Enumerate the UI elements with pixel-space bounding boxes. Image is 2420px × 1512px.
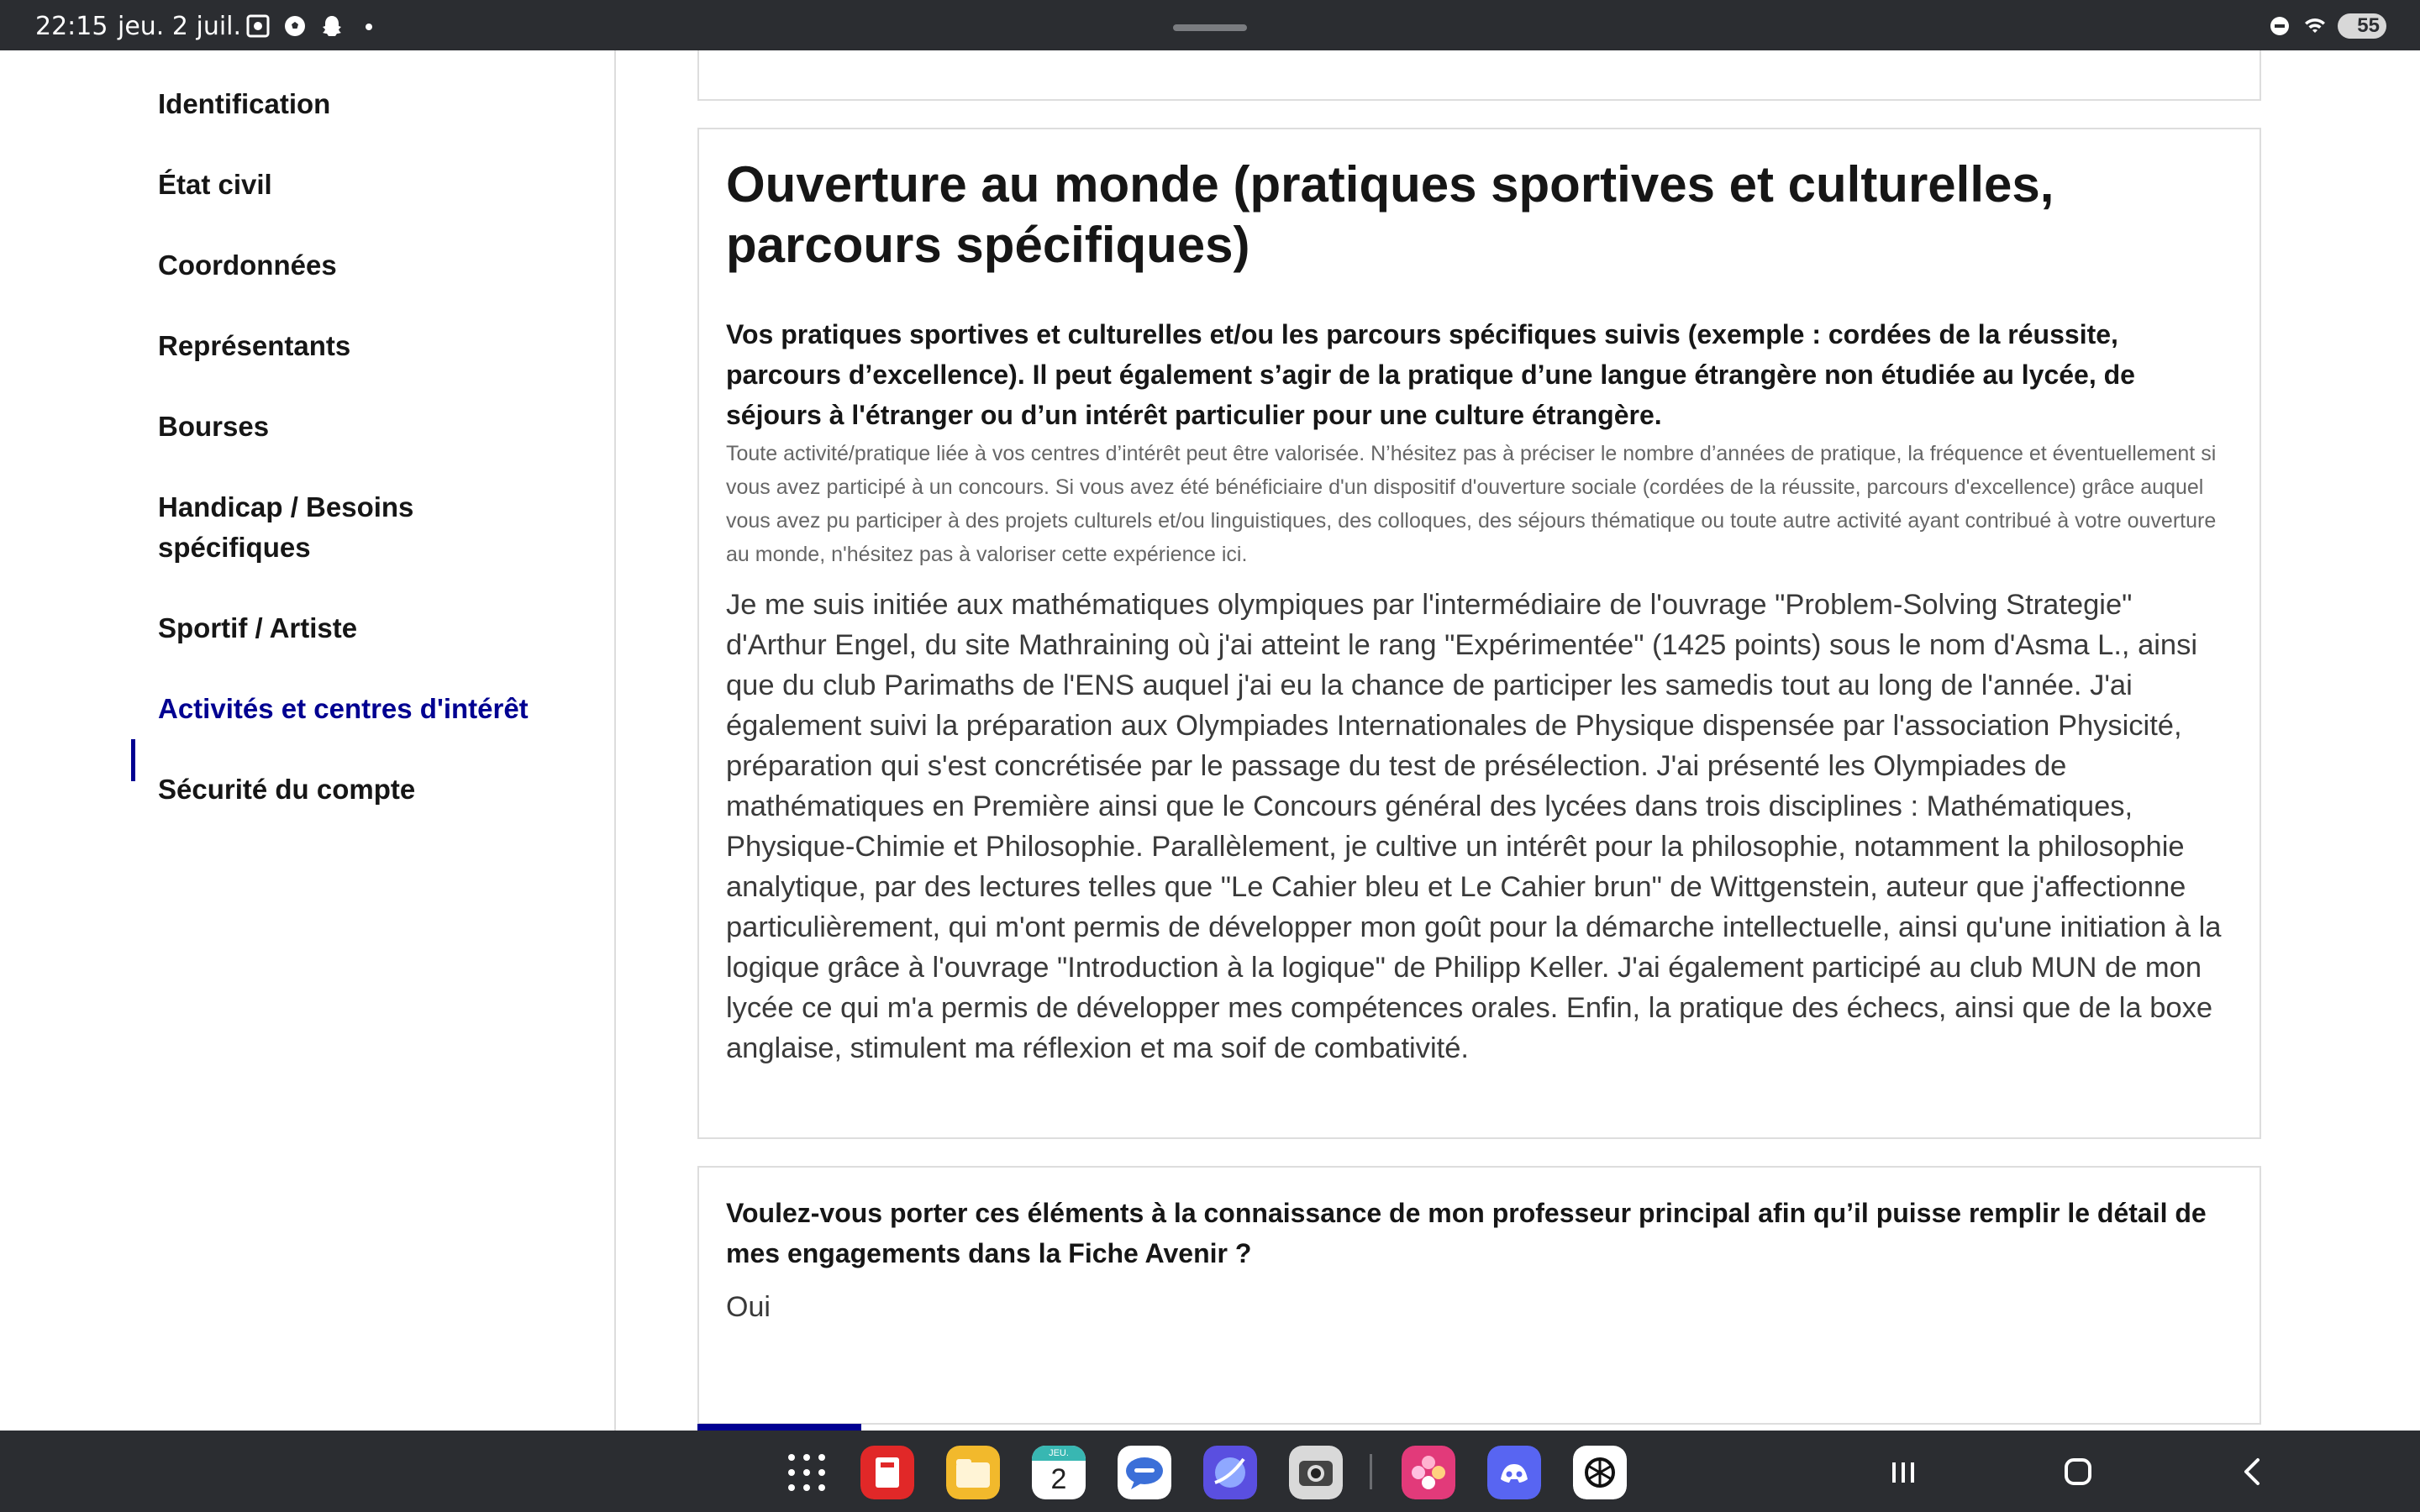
do-not-disturb-icon xyxy=(2270,17,2289,35)
status-time: 22:15 xyxy=(35,12,108,41)
sidebar-nav: Identification État civil Coordonnées Re… xyxy=(0,50,616,1431)
home-button[interactable] xyxy=(2057,1451,2099,1493)
camera-icon[interactable] xyxy=(1289,1446,1343,1499)
calendar-icon[interactable]: JEU. 2 xyxy=(1032,1446,1086,1499)
status-bar: 22:15 jeu. 2 juil. 55 xyxy=(0,0,2420,50)
active-indicator xyxy=(131,739,135,781)
snapchat-icon xyxy=(323,16,341,36)
sidebar-item-securite[interactable]: Sécurité du compte xyxy=(158,769,595,810)
sidebar-item-representants[interactable]: Représentants xyxy=(158,326,595,366)
multiwindow-handle[interactable] xyxy=(1173,24,1247,31)
consent-answer: Oui xyxy=(726,1291,771,1323)
section-hint: Toute activité/pratique liée à vos centr… xyxy=(726,442,2217,566)
consent-card: Voulez-vous porter ces éléments à la con… xyxy=(697,1166,2261,1425)
section-title: Ouverture au monde (pratiques sportives … xyxy=(726,156,2054,273)
sidebar-item-bourses[interactable]: Bourses xyxy=(158,407,595,447)
app-grid-icon[interactable] xyxy=(788,1454,825,1491)
wifi-icon xyxy=(2305,18,2325,33)
section-answer: Je me suis initiée aux mathématiques oly… xyxy=(726,589,2222,1064)
main-content[interactable]: Ouverture au monde (pratiques sportives … xyxy=(618,50,2420,1431)
battery-level: 55 xyxy=(2357,14,2380,37)
back-button[interactable] xyxy=(2232,1451,2274,1493)
sidebar-item-activites[interactable]: Activités et centres d'intérêt xyxy=(158,689,595,729)
more-dot-icon xyxy=(366,24,372,30)
taskbar: JEU. 2 xyxy=(0,1431,2420,1512)
edit-button[interactable] xyxy=(697,1424,861,1431)
dock-divider xyxy=(1370,1454,1372,1489)
messages-icon[interactable] xyxy=(1118,1446,1171,1499)
chatgpt-icon[interactable] xyxy=(1573,1446,1627,1499)
notification-icons xyxy=(245,13,381,39)
calendar-month: JEU. xyxy=(1032,1446,1086,1461)
system-indicators: 55 xyxy=(2267,13,2386,39)
previous-section-card xyxy=(697,50,2261,101)
recent-apps-button[interactable] xyxy=(1882,1451,1924,1493)
battery-indicator: 55 xyxy=(2338,13,2386,39)
sidebar-item-etat-civil[interactable]: État civil xyxy=(158,165,595,205)
ouverture-section-card: Ouverture au monde (pratiques sportives … xyxy=(697,128,2261,1139)
screenshot-icon xyxy=(246,14,270,38)
sidebar-item-coordonnees[interactable]: Coordonnées xyxy=(158,245,595,286)
calendar-day: 2 xyxy=(1050,1463,1067,1495)
consent-question: Voulez-vous porter ces éléments à la con… xyxy=(726,1198,2207,1268)
discord-icon[interactable] xyxy=(1487,1446,1541,1499)
flipboard-icon[interactable] xyxy=(860,1446,914,1499)
sidebar-item-identification[interactable]: Identification xyxy=(158,84,595,124)
internet-icon[interactable] xyxy=(1203,1446,1257,1499)
files-icon[interactable] xyxy=(946,1446,1000,1499)
sidebar-item-sportif-artiste[interactable]: Sportif / Artiste xyxy=(158,608,595,648)
football-icon xyxy=(285,16,305,36)
section-question: Vos pratiques sportives et culturelles e… xyxy=(726,319,2135,430)
status-date: jeu. 2 juil. xyxy=(118,12,242,41)
photos-icon[interactable] xyxy=(1402,1446,1455,1499)
sidebar-item-handicap[interactable]: Handicap / Besoins spécifiques xyxy=(158,487,460,568)
